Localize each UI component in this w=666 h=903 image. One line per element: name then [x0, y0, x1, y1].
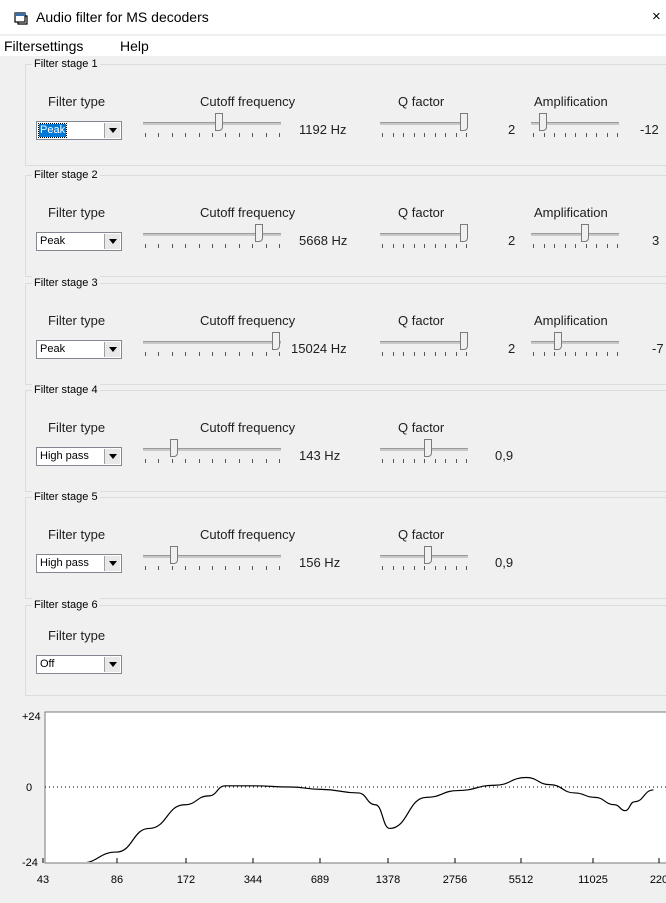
x-tick-label: 2756 [443, 874, 467, 886]
menu-bar: Filtersettings Help [0, 36, 666, 56]
x-tick-label: 1378 [376, 874, 400, 886]
x-tick-label: 11025 [578, 874, 608, 886]
plot-area [44, 711, 666, 864]
menu-help[interactable]: Help [120, 38, 149, 54]
menu-filtersettings[interactable]: Filtersettings [4, 38, 83, 54]
y-tick-label: -24 [22, 857, 38, 869]
main-content: Filter stage 1 Filter type Peak Cutoff freq… [0, 56, 666, 903]
y-tick-label: +24 [22, 711, 41, 723]
x-tick-label: 5512 [509, 874, 533, 886]
frequency-response-graph: +24 0 -24 43 86 172 344 689 1378 2756 5512 11025 220 [22, 711, 666, 886]
x-tick-label: 172 [177, 874, 195, 886]
x-tick-label: 344 [244, 874, 262, 886]
app-icon [14, 12, 28, 25]
close-button[interactable]: × [652, 8, 661, 25]
title-bar[interactable]: Audio filter for MS decoders × [0, 0, 666, 34]
x-tick-label: 689 [311, 874, 329, 886]
x-tick-label: 43 [37, 874, 49, 886]
x-tick-label: 220 [650, 874, 666, 886]
window-title: Audio filter for MS decoders [36, 9, 209, 25]
y-tick-label: 0 [26, 782, 32, 794]
x-tick-label: 86 [111, 874, 123, 886]
